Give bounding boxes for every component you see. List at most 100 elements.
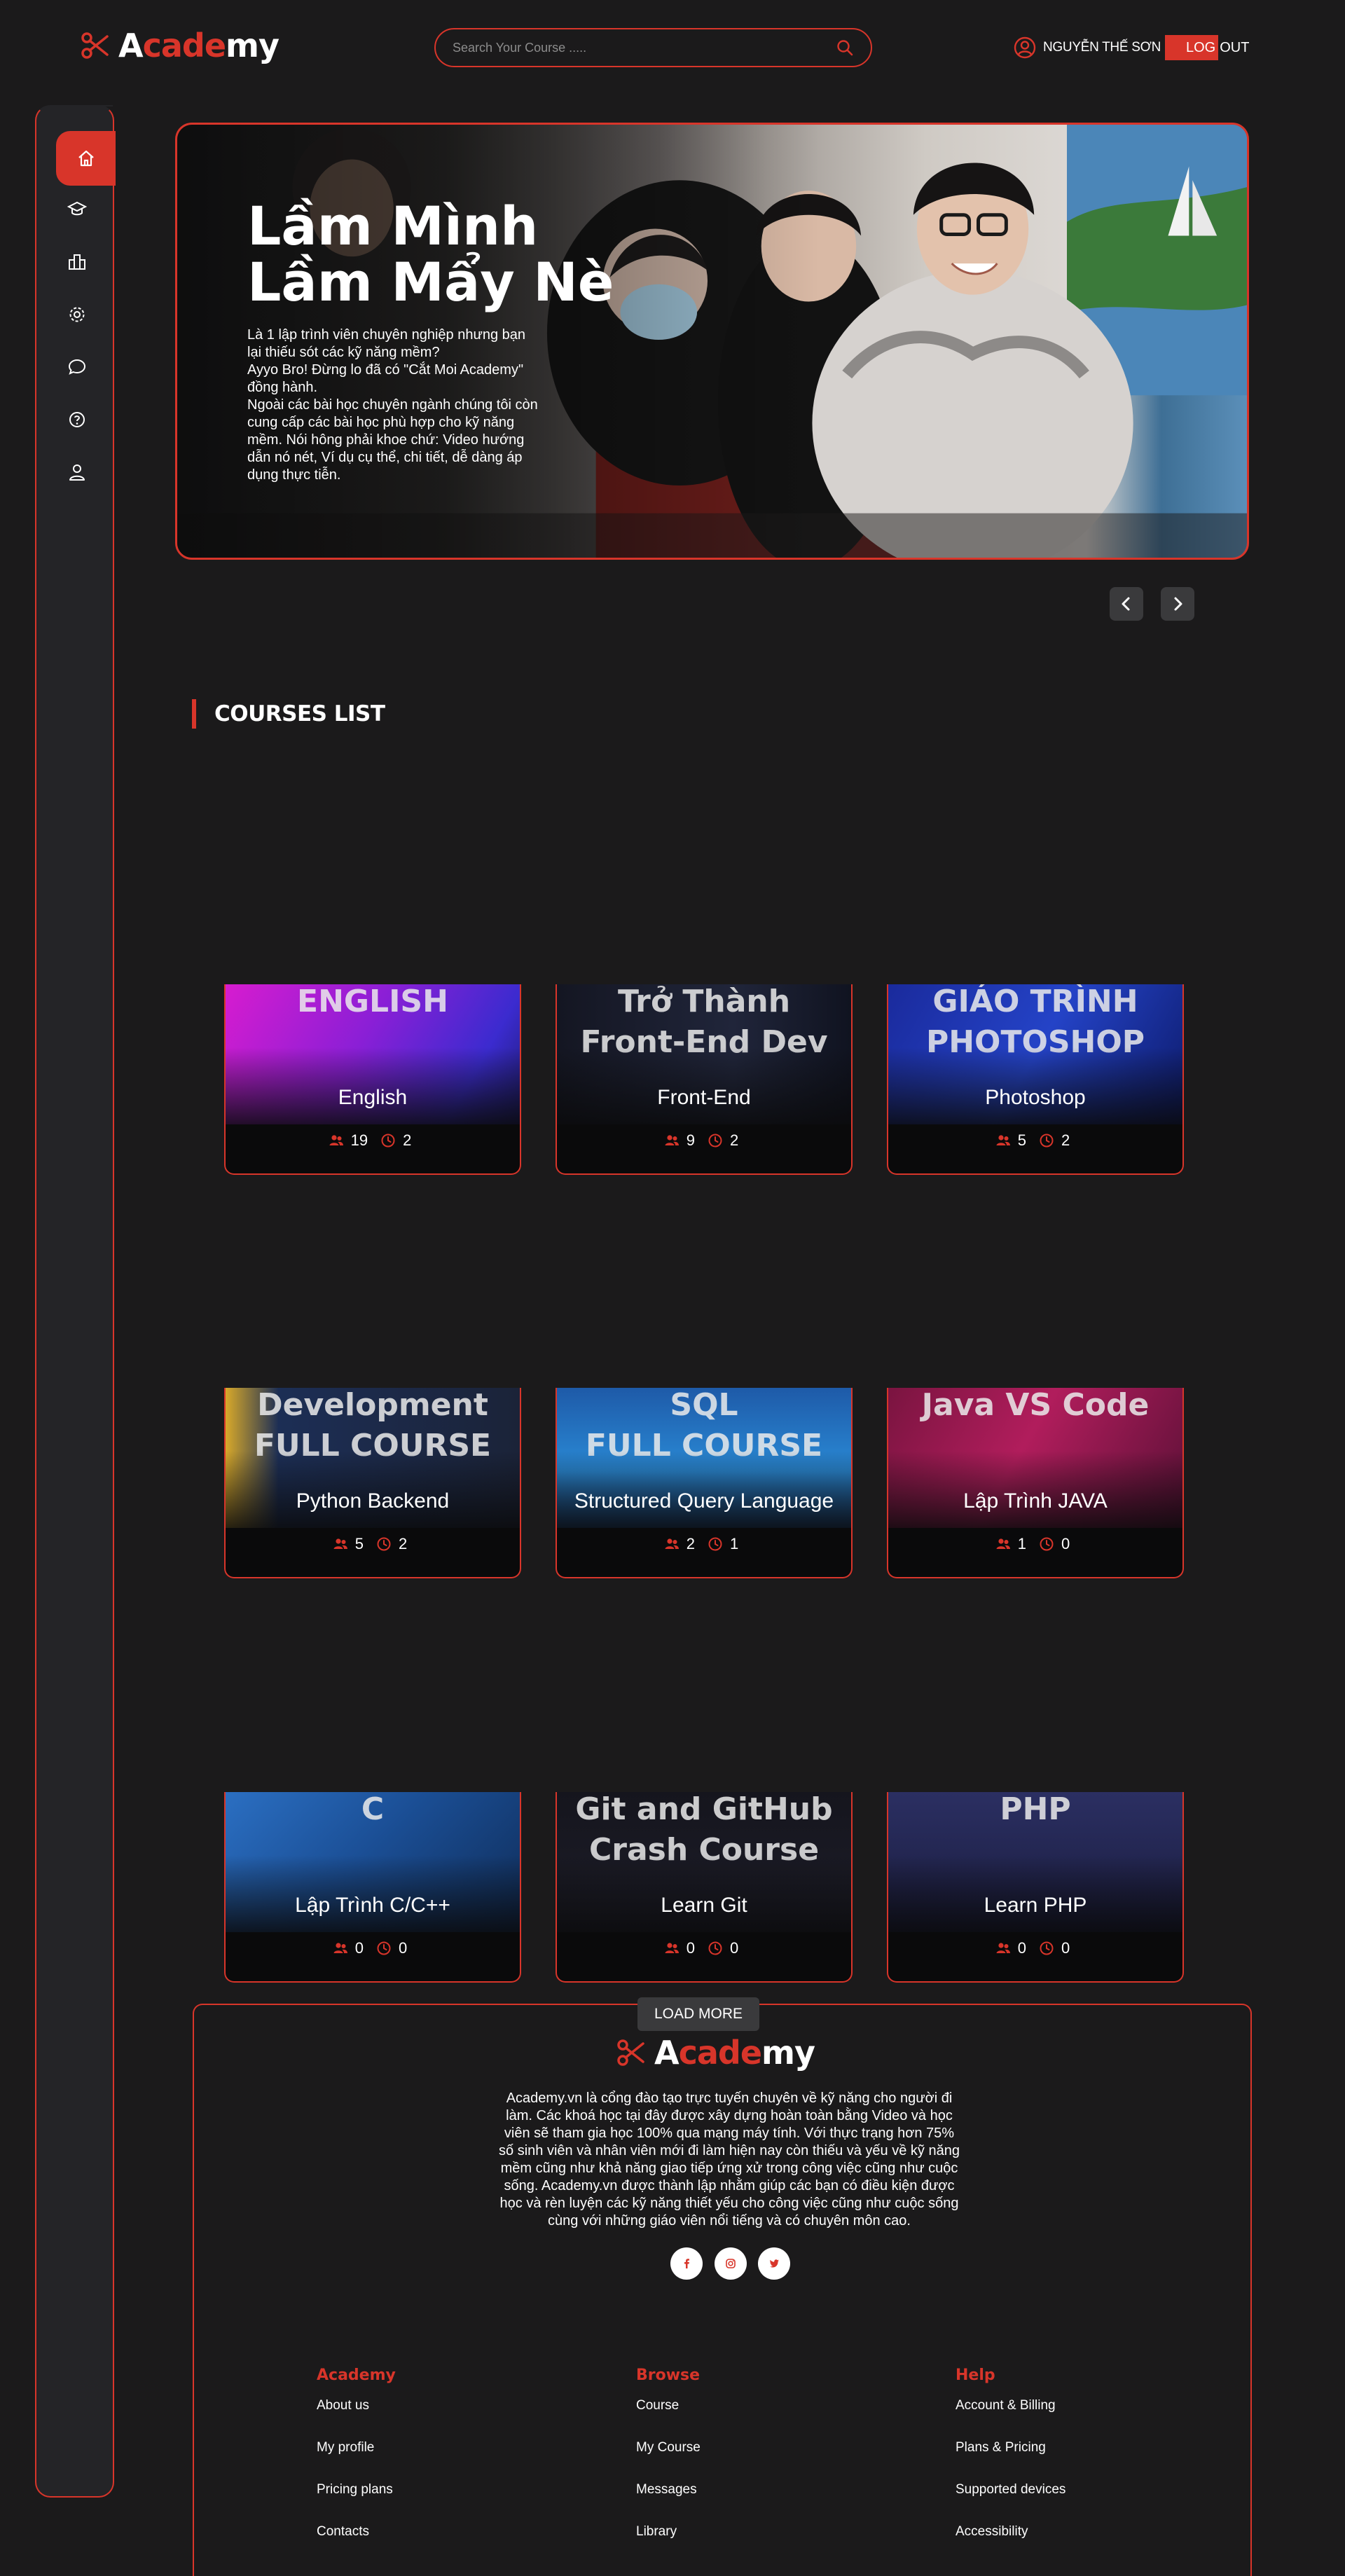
logout-label-part2: OUT bbox=[1220, 39, 1250, 55]
course-card[interactable]: Trở Thành Front-End Dev Front-End 9 2 bbox=[556, 984, 853, 1175]
hero-title: Lầm Mình Lầm Mẩy Nè bbox=[247, 195, 614, 313]
user-name[interactable]: NGUYỄN THẾ SƠN bbox=[1043, 40, 1161, 55]
chevron-right-icon bbox=[1174, 597, 1182, 611]
carousel-next-button[interactable] bbox=[1161, 587, 1194, 621]
search-bar bbox=[434, 28, 872, 67]
students-icon bbox=[996, 1135, 1010, 1145]
instagram-icon bbox=[726, 2259, 736, 2268]
footer-logo[interactable]: Academy bbox=[616, 2034, 815, 2072]
course-card[interactable]: GIÁO TRÌNH PHOTOSHOP Photoshop 5 2 bbox=[887, 984, 1184, 1175]
footer-link-supported-devices[interactable]: Supported devices bbox=[956, 2479, 1065, 2521]
footer-column-help: Help Account & Billing Plans & Pricing S… bbox=[956, 2367, 1065, 2563]
footer-link-pricing-plans[interactable]: Pricing plans bbox=[317, 2479, 396, 2521]
footer-link-accessibility[interactable]: Accessibility bbox=[956, 2521, 1065, 2563]
course-card[interactable]: Git and GitHub Crash Course Learn Git 0 0 bbox=[556, 1792, 853, 1983]
course-stats: 00 bbox=[226, 1939, 520, 1957]
footer-column-browse: Browse Course My Course Messages Library bbox=[636, 2367, 701, 2563]
students-icon bbox=[333, 1943, 347, 1953]
brand-logo[interactable]: Academy bbox=[81, 27, 280, 64]
sidebar-item-settings[interactable] bbox=[56, 294, 98, 336]
lesson-count: 2 bbox=[1061, 1131, 1070, 1149]
courses-section-title: COURSES LIST bbox=[192, 699, 385, 729]
students-icon bbox=[665, 1135, 679, 1145]
user-menu: NGUYỄN THẾ SƠN LOG OUT bbox=[1014, 35, 1249, 60]
graduation-cap-icon bbox=[67, 201, 87, 216]
student-count: 0 bbox=[354, 1939, 364, 1957]
lesson-count: 1 bbox=[730, 1535, 739, 1552]
hero-banner: Lầm Mình Lầm Mẩy Nè Là 1 lập trình viên … bbox=[175, 123, 1249, 560]
sidebar-item-profile[interactable] bbox=[56, 451, 98, 493]
hero-description: Là 1 lập trình viên chuyên nghiệp nhưng … bbox=[247, 327, 538, 483]
carousel-prev-button[interactable] bbox=[1110, 587, 1143, 621]
footer-link-my-course[interactable]: My Course bbox=[636, 2437, 701, 2479]
course-card[interactable]: Development FULL COURSE Python Backend 5 2 bbox=[224, 1388, 521, 1578]
clock-icon bbox=[1040, 1537, 1054, 1551]
footer-link-plans-pricing[interactable]: Plans & Pricing bbox=[956, 2437, 1065, 2479]
clock-icon bbox=[377, 1537, 391, 1551]
course-stats: 52 bbox=[888, 1131, 1182, 1150]
course-stats: 92 bbox=[557, 1131, 851, 1150]
students-icon bbox=[665, 1943, 679, 1953]
student-count: 9 bbox=[686, 1131, 695, 1149]
sidebar-item-courses[interactable] bbox=[56, 188, 98, 230]
question-icon bbox=[69, 412, 85, 427]
sidebar-item-messages[interactable] bbox=[56, 346, 98, 388]
course-stats: 19 2 bbox=[226, 1131, 520, 1150]
course-name: Python Backend bbox=[296, 1489, 450, 1513]
gear-icon bbox=[69, 307, 85, 322]
scissors-icon bbox=[81, 32, 109, 59]
clock-icon bbox=[381, 1134, 395, 1148]
chevron-left-icon bbox=[1122, 597, 1130, 611]
footer-link-account-billing[interactable]: Account & Billing bbox=[956, 2395, 1065, 2437]
footer-link-library[interactable]: Library bbox=[636, 2521, 701, 2563]
student-count: 0 bbox=[1017, 1939, 1026, 1957]
footer-link-contacts[interactable]: Contacts bbox=[317, 2521, 396, 2563]
footer-column-academy: Academy About us My profile Pricing plan… bbox=[317, 2367, 396, 2563]
sidebar-item-institution[interactable] bbox=[56, 241, 98, 283]
load-more-button[interactable]: LOAD MORE bbox=[637, 1997, 759, 2031]
user-avatar-icon[interactable] bbox=[1014, 36, 1036, 59]
logout-label-part1: LOG bbox=[1165, 35, 1219, 60]
footer-link-messages[interactable]: Messages bbox=[636, 2479, 701, 2521]
footer-link-about-us[interactable]: About us bbox=[317, 2395, 396, 2437]
lesson-count: 0 bbox=[1061, 1939, 1070, 1957]
footer-link-my-profile[interactable]: My profile bbox=[317, 2437, 396, 2479]
search-input[interactable] bbox=[453, 40, 836, 55]
lesson-count: 0 bbox=[730, 1939, 739, 1957]
sidebar-item-help[interactable] bbox=[56, 399, 98, 441]
twitter-icon bbox=[770, 2259, 779, 2268]
course-stats: 52 bbox=[226, 1535, 520, 1553]
clock-icon bbox=[708, 1134, 722, 1148]
course-card[interactable]: PHP Learn PHP 0 0 bbox=[887, 1792, 1184, 1983]
course-thumbnail-text: PHP bbox=[1000, 1792, 1071, 1827]
chat-icon bbox=[68, 359, 86, 375]
logout-button[interactable]: LOG OUT bbox=[1165, 35, 1249, 60]
footer-link-course[interactable]: Course bbox=[636, 2395, 701, 2437]
facebook-icon bbox=[684, 2259, 689, 2268]
clock-icon bbox=[1040, 1134, 1054, 1148]
student-count: 5 bbox=[354, 1535, 364, 1552]
course-card[interactable]: C Lập Trình C/C++ 0 0 bbox=[224, 1792, 521, 1983]
course-name: English bbox=[338, 1086, 408, 1109]
clock-icon bbox=[377, 1941, 391, 1955]
instagram-link[interactable] bbox=[715, 2247, 747, 2280]
course-card[interactable]: Java VS Code Lập Trình JAVA 1 0 bbox=[887, 1388, 1184, 1578]
course-card[interactable]: ENGLISH English 19 2 bbox=[224, 984, 521, 1175]
students-icon bbox=[996, 1943, 1010, 1953]
search-icon[interactable] bbox=[836, 39, 854, 57]
brand-wordmark: Academy bbox=[118, 27, 280, 64]
clock-icon bbox=[708, 1537, 722, 1551]
sidebar-item-home[interactable] bbox=[56, 131, 116, 186]
students-icon bbox=[996, 1538, 1010, 1549]
brand-wordmark: Academy bbox=[654, 2034, 815, 2072]
students-icon bbox=[665, 1538, 679, 1549]
lesson-count: 2 bbox=[403, 1131, 412, 1149]
course-card[interactable]: SQL FULL COURSE Structured Query Language… bbox=[556, 1388, 853, 1578]
clock-icon bbox=[1040, 1941, 1054, 1955]
student-count: 0 bbox=[686, 1939, 695, 1957]
lesson-count: 2 bbox=[399, 1535, 408, 1552]
twitter-link[interactable] bbox=[758, 2247, 790, 2280]
facebook-link[interactable] bbox=[670, 2247, 703, 2280]
course-name: Learn Git bbox=[661, 1894, 747, 1917]
lesson-count: 0 bbox=[1061, 1535, 1070, 1552]
